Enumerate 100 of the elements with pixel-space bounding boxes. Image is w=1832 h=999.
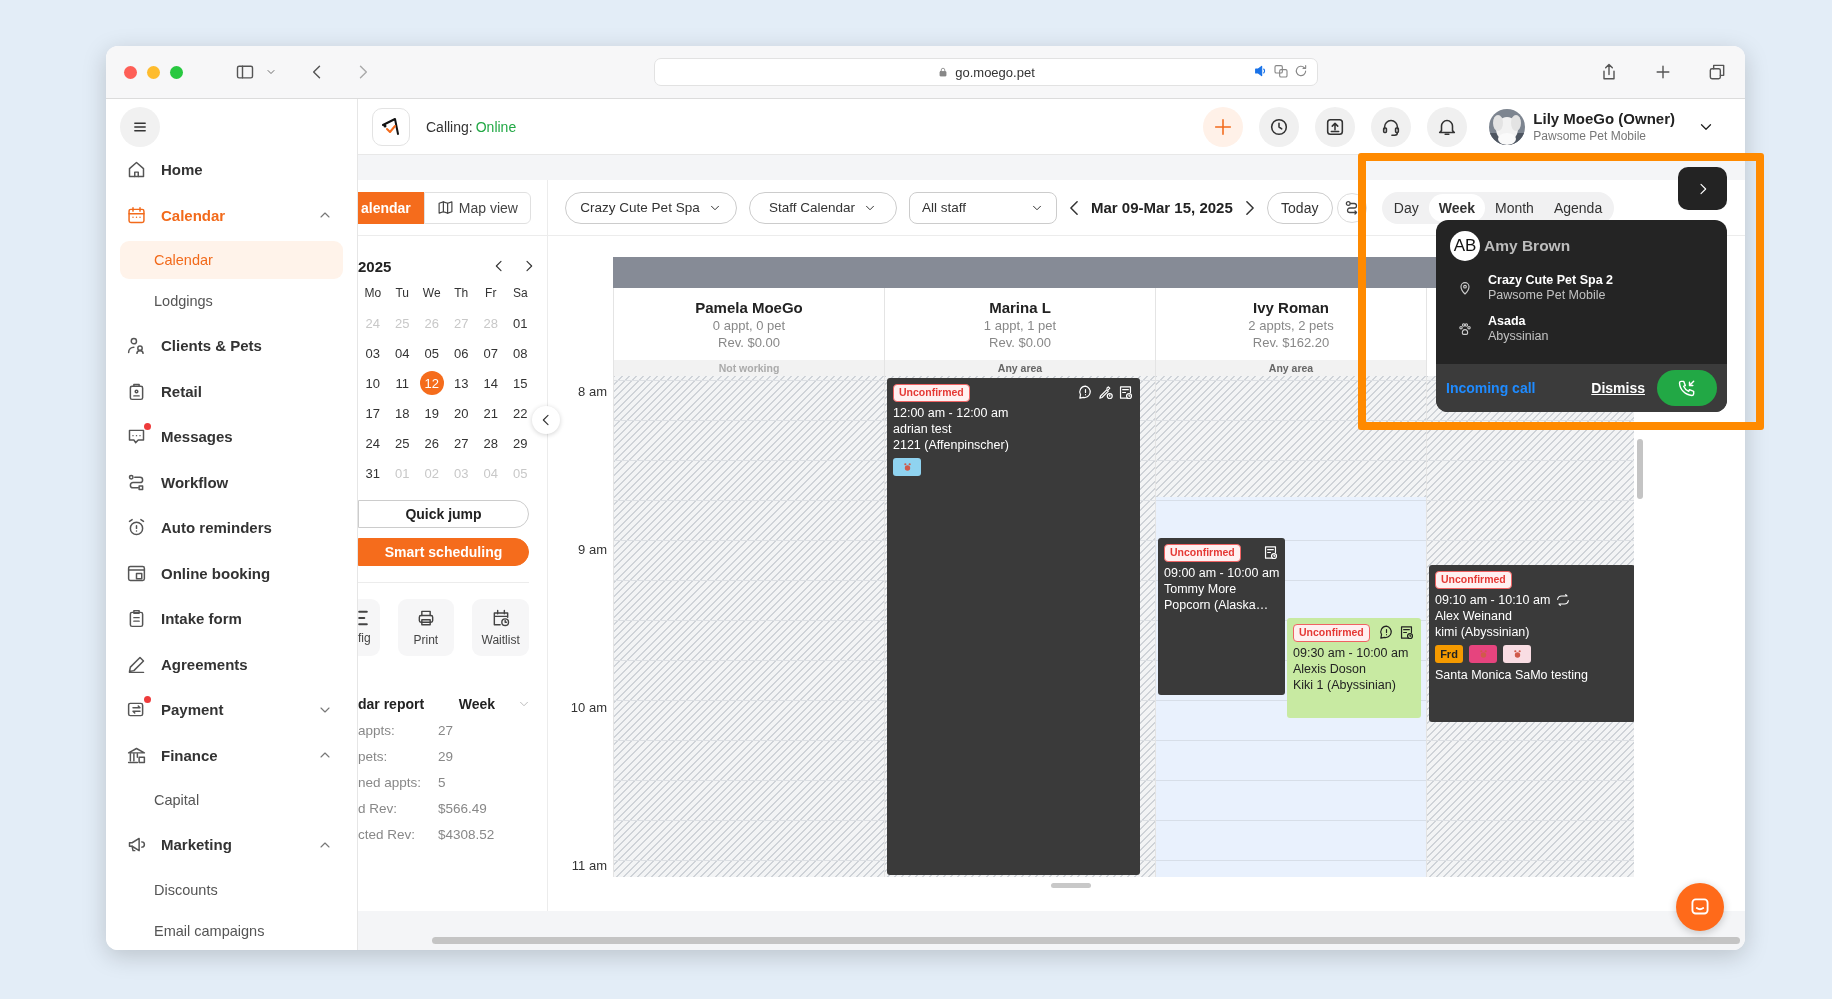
quick-jump-button[interactable]: Quick jump [358, 500, 529, 528]
appointment-note: Santa Monica SaMo testing [1435, 667, 1589, 684]
calendar-day[interactable]: 01 [508, 311, 533, 335]
calendar-day[interactable]: 18 [390, 401, 415, 425]
previous-week-button[interactable] [1069, 199, 1079, 216]
calendar-day[interactable]: 15 [508, 371, 533, 395]
today-button[interactable]: Today [1266, 191, 1333, 224]
dismiss-link[interactable]: Dismiss [1591, 380, 1645, 396]
calendar-day[interactable]: 08 [508, 341, 533, 365]
location-pin-icon [1457, 279, 1473, 296]
tool-button[interactable]: fig [358, 599, 380, 656]
phone-icon [1677, 378, 1697, 398]
nav-item[interactable]: Messages [120, 414, 343, 460]
nav-item[interactable]: Workflow [120, 459, 343, 505]
pet-breed: Abyssinian [1488, 329, 1549, 343]
appointment-card[interactable]: Unconfirmed 12:00 am - 12:00 am adrian test 2121 (Affenpinscher) [887, 378, 1140, 875]
resize-handle[interactable] [1051, 883, 1091, 888]
calendar-day[interactable]: 14 [478, 371, 503, 395]
calendar-day[interactable]: 11 [390, 371, 415, 395]
calendar-day[interactable]: 05 [419, 341, 444, 365]
nav-subitem[interactable]: Capital [120, 781, 343, 819]
weekday-label: Sa [512, 285, 528, 302]
nav-item[interactable]: Clients & Pets [120, 323, 343, 369]
filter-dropdown[interactable]: All staff [909, 191, 1057, 224]
answer-button[interactable] [1657, 370, 1717, 406]
next-week-button[interactable] [1244, 199, 1255, 216]
sliders-icon [358, 610, 368, 626]
calendar-day[interactable]: 24 [360, 431, 385, 455]
staff-summary: 1 appt, 1 pet [983, 317, 1057, 333]
calendar-day[interactable]: 07 [478, 341, 503, 365]
business-name: Crazy Cute Pet Spa 2 [1488, 273, 1614, 287]
map-icon [436, 199, 454, 216]
scrollbar[interactable] [1637, 439, 1643, 499]
filter-dropdown[interactable]: Crazy Cute Pet Spa [565, 191, 737, 224]
nav-subitem[interactable]: Lodgings [120, 282, 343, 320]
period-dropdown[interactable]: Week [458, 696, 531, 712]
weekday-label: Mo [364, 285, 382, 302]
calendar-day[interactable]: 21 [478, 401, 503, 425]
calendar-day[interactable]: 10 [360, 371, 385, 395]
translate-icon[interactable] [1273, 63, 1289, 79]
calendar-day[interactable]: 06 [449, 341, 474, 365]
calendar-day[interactable]: 28 [478, 431, 503, 455]
people-icon [126, 335, 147, 357]
client-name: Alex Weinand [1435, 607, 1513, 625]
nav-item[interactable]: Finance [120, 732, 343, 778]
calendar-day[interactable]: 04 [390, 341, 415, 365]
tabs-icon[interactable] [1707, 62, 1727, 82]
calendar-day[interactable]: 26 [419, 431, 444, 455]
appointment-card[interactable]: Unconfirmed 09:10 am - 10:10 am Alex Weinand kimi (Abyssinian) Frd Santa Monica SaMo testing [1429, 565, 1634, 722]
calendar-day[interactable]: 22 [508, 401, 533, 425]
nav-item[interactable]: Home [120, 147, 343, 193]
nav-subitem[interactable]: Discounts [120, 870, 343, 909]
calendar-day[interactable]: 27 [449, 431, 474, 455]
weekday-label: Tu [395, 285, 410, 302]
calendar-day[interactable]: 25 [390, 431, 415, 455]
menu-button[interactable] [120, 107, 160, 147]
pet-name: Asada [1488, 314, 1527, 328]
date-range: Mar 09-Mar 15, 2025 [1091, 199, 1233, 216]
next-button[interactable] [1678, 167, 1727, 210]
stat-label: appts: [358, 723, 396, 738]
view-tab[interactable]: Agenda [1543, 193, 1613, 222]
tool-button[interactable]: Waitlist [472, 599, 529, 656]
view-toggle[interactable]: Map view [423, 191, 531, 224]
nav-item[interactable]: Retail [120, 368, 343, 414]
reload-icon[interactable] [1293, 63, 1309, 79]
calendar-day[interactable]: 20 [449, 401, 474, 425]
appointment-time: 09:30 am - 10:00 am [1293, 644, 1409, 661]
nav-item[interactable]: Marketing [120, 822, 343, 868]
nav-item[interactable]: Auto reminders [120, 505, 343, 551]
close-button[interactable] [124, 65, 137, 79]
calendar-day[interactable]: 19 [419, 401, 444, 425]
filter-dropdown[interactable]: Staff Calendar [749, 191, 897, 224]
sidebar-icon[interactable] [235, 62, 255, 82]
address-bar[interactable]: go.moego.pet [654, 58, 1318, 86]
appointment-card[interactable]: Unconfirmed 09:00 am - 10:00 am Tommy More Popcorn (Alaska… [1158, 538, 1285, 695]
calendar-day[interactable]: 03 [360, 341, 385, 365]
staff-revenue: Rev. $0.00 [718, 334, 780, 350]
scrollbar[interactable] [432, 937, 1740, 944]
stat-label: cted Rev: [358, 827, 417, 842]
tool-button[interactable]: Print [397, 599, 455, 656]
calendar-day[interactable]: 29 [508, 431, 533, 455]
nav-item[interactable]: Online booking [120, 550, 343, 596]
nav-item[interactable]: Intake form [120, 596, 343, 642]
nav-subitem[interactable]: Email campaigns [120, 911, 343, 950]
edit-alert-icon [1097, 384, 1114, 402]
calendar-day[interactable]: 31 [360, 461, 385, 485]
view-tab[interactable]: Month [1485, 193, 1544, 222]
calendar-day[interactable]: 13 [449, 371, 474, 395]
business-subtitle: Pawsome Pet Mobile [1488, 288, 1607, 302]
nav-item[interactable]: Agreements [120, 641, 343, 687]
view-tab[interactable]: Week [1428, 193, 1485, 222]
stat-label: pets: [358, 749, 389, 764]
chevron-right-icon [1244, 199, 1255, 216]
nav-item[interactable]: Payment [120, 687, 343, 733]
staff-name: Pamela MoeGo [695, 298, 803, 316]
calendar-day[interactable]: 17 [360, 401, 385, 425]
appointment-card[interactable]: Unconfirmed 09:30 am - 10:00 am Alexis Doson Kiki 1 (Abyssinian) [1287, 618, 1421, 718]
appointment-time: 12:00 am - 12:00 am [893, 404, 1009, 421]
pet-name: 2121 (Affenpinscher) [893, 437, 1010, 454]
view-tab[interactable]: Day [1383, 193, 1429, 222]
